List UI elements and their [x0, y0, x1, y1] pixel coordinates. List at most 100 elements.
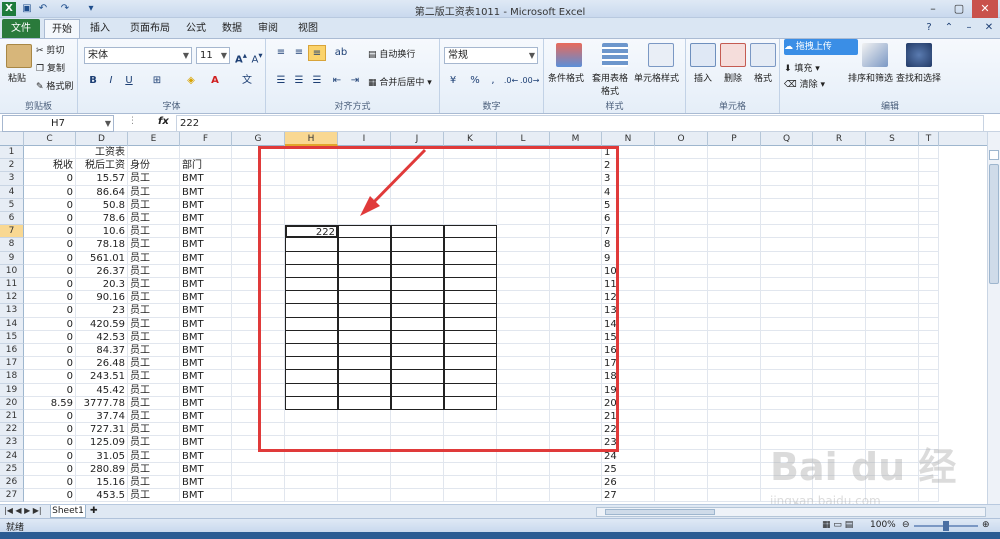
cell-o21[interactable]	[655, 410, 708, 424]
cell-n26[interactable]: 26	[602, 476, 655, 490]
column-header-t[interactable]: T	[919, 132, 939, 146]
cell-o1[interactable]	[655, 146, 708, 160]
cell-g27[interactable]	[232, 489, 285, 503]
cell-e17[interactable]: 员工	[128, 357, 180, 371]
help-icon[interactable]: ?	[920, 20, 938, 36]
column-header-m[interactable]: M	[550, 132, 602, 146]
cell-d4[interactable]: 86.64	[76, 185, 128, 199]
cell-e3[interactable]: 员工	[128, 172, 180, 186]
row-header[interactable]: 8	[0, 238, 24, 252]
align-right-icon[interactable]: ☰	[308, 73, 326, 89]
cell-o24[interactable]	[655, 449, 708, 463]
borders-icon[interactable]: ⊞	[148, 73, 166, 89]
cell-p19[interactable]	[708, 383, 761, 397]
font-size-dropdown[interactable]: 11 ▼	[196, 47, 230, 64]
cell-d17[interactable]: 26.48	[76, 357, 128, 371]
fill-button[interactable]: ⬇ 填充 ▾	[784, 61, 820, 74]
cell-c9[interactable]: 0	[24, 251, 76, 265]
sort-filter-button[interactable]: 排序和筛选	[848, 71, 893, 84]
bold-button[interactable]: B	[84, 73, 102, 89]
row-header[interactable]: 23	[0, 436, 24, 450]
new-sheet-icon[interactable]: ✚	[90, 506, 98, 516]
cell-t2[interactable]	[919, 159, 939, 173]
cell-q3[interactable]	[761, 172, 813, 186]
cell-f19[interactable]: BMT	[180, 383, 232, 397]
cell-j26[interactable]	[391, 476, 444, 490]
column-header-k[interactable]: K	[444, 132, 497, 146]
cell-o14[interactable]	[655, 317, 708, 331]
cell-e13[interactable]: 员工	[128, 304, 180, 318]
cell-c3[interactable]: 0	[24, 172, 76, 186]
row-header[interactable]: 16	[0, 344, 24, 358]
cell-m26[interactable]	[550, 476, 602, 490]
cell-d26[interactable]: 15.16	[76, 476, 128, 490]
sheet-nav-icon[interactable]: |◀ ◀ ▶ ▶|	[4, 506, 42, 515]
cell-c15[interactable]: 0	[24, 330, 76, 344]
ribbon-minimize-icon[interactable]: ⌃	[940, 20, 958, 36]
cell-p4[interactable]	[708, 185, 761, 199]
column-header-r[interactable]: R	[813, 132, 866, 146]
cell-e22[interactable]: 员工	[128, 423, 180, 437]
cell-h26[interactable]	[285, 476, 338, 490]
cell-o8[interactable]	[655, 238, 708, 252]
cell-q19[interactable]	[761, 383, 813, 397]
cell-k25[interactable]	[444, 462, 497, 476]
cell-c2[interactable]: 税收	[24, 159, 76, 173]
cell-p7[interactable]	[708, 225, 761, 239]
row-header[interactable]: 12	[0, 291, 24, 305]
cell-r18[interactable]	[813, 370, 866, 384]
cell-f12[interactable]: BMT	[180, 291, 232, 305]
find-select-icon[interactable]	[906, 43, 932, 67]
cell-f18[interactable]: BMT	[180, 370, 232, 384]
cell-d27[interactable]: 453.5	[76, 489, 128, 503]
cell-f4[interactable]: BMT	[180, 185, 232, 199]
cell-e9[interactable]: 员工	[128, 251, 180, 265]
cell-s8[interactable]	[866, 238, 919, 252]
cell-f21[interactable]: BMT	[180, 410, 232, 424]
cell-t13[interactable]	[919, 304, 939, 318]
cell-e11[interactable]: 员工	[128, 278, 180, 292]
cell-c21[interactable]: 0	[24, 410, 76, 424]
cell-p17[interactable]	[708, 357, 761, 371]
cell-k26[interactable]	[444, 476, 497, 490]
cut-button[interactable]: ✂ 剪切	[36, 43, 64, 56]
cell-h25[interactable]	[285, 462, 338, 476]
format-cells-button[interactable]: 格式	[754, 71, 772, 84]
workbook-close-icon[interactable]: ✕	[980, 20, 998, 36]
cell-r3[interactable]	[813, 172, 866, 186]
cell-t9[interactable]	[919, 251, 939, 265]
row-header[interactable]: 26	[0, 476, 24, 490]
find-select-button[interactable]: 查找和选择	[896, 71, 941, 84]
row-header[interactable]: 11	[0, 278, 24, 292]
cell-e19[interactable]: 员工	[128, 383, 180, 397]
cell-c13[interactable]: 0	[24, 304, 76, 318]
cell-e21[interactable]: 员工	[128, 410, 180, 424]
cell-q17[interactable]	[761, 357, 813, 371]
tab-insert[interactable]: 插入	[84, 19, 116, 38]
cell-p18[interactable]	[708, 370, 761, 384]
row-header[interactable]: 4	[0, 185, 24, 199]
cell-r9[interactable]	[813, 251, 866, 265]
cell-s9[interactable]	[866, 251, 919, 265]
align-middle-icon[interactable]: ≡	[290, 45, 308, 61]
cell-d18[interactable]: 243.51	[76, 370, 128, 384]
cell-e20[interactable]: 员工	[128, 396, 180, 410]
cell-e5[interactable]: 员工	[128, 198, 180, 212]
row-header[interactable]: 13	[0, 304, 24, 318]
row-header[interactable]: 17	[0, 357, 24, 371]
cell-f9[interactable]: BMT	[180, 251, 232, 265]
cell-s15[interactable]	[866, 330, 919, 344]
tab-view[interactable]: 视图	[292, 19, 324, 38]
underline-button[interactable]: U	[120, 73, 138, 89]
tab-file[interactable]: 文件	[2, 19, 40, 38]
cell-f15[interactable]: BMT	[180, 330, 232, 344]
cell-e24[interactable]: 员工	[128, 449, 180, 463]
cell-d12[interactable]: 90.16	[76, 291, 128, 305]
cell-i26[interactable]	[338, 476, 391, 490]
cell-q18[interactable]	[761, 370, 813, 384]
cell-p6[interactable]	[708, 212, 761, 226]
column-header-q[interactable]: Q	[761, 132, 813, 146]
cell-p2[interactable]	[708, 159, 761, 173]
cell-d9[interactable]: 561.01	[76, 251, 128, 265]
cell-p16[interactable]	[708, 344, 761, 358]
